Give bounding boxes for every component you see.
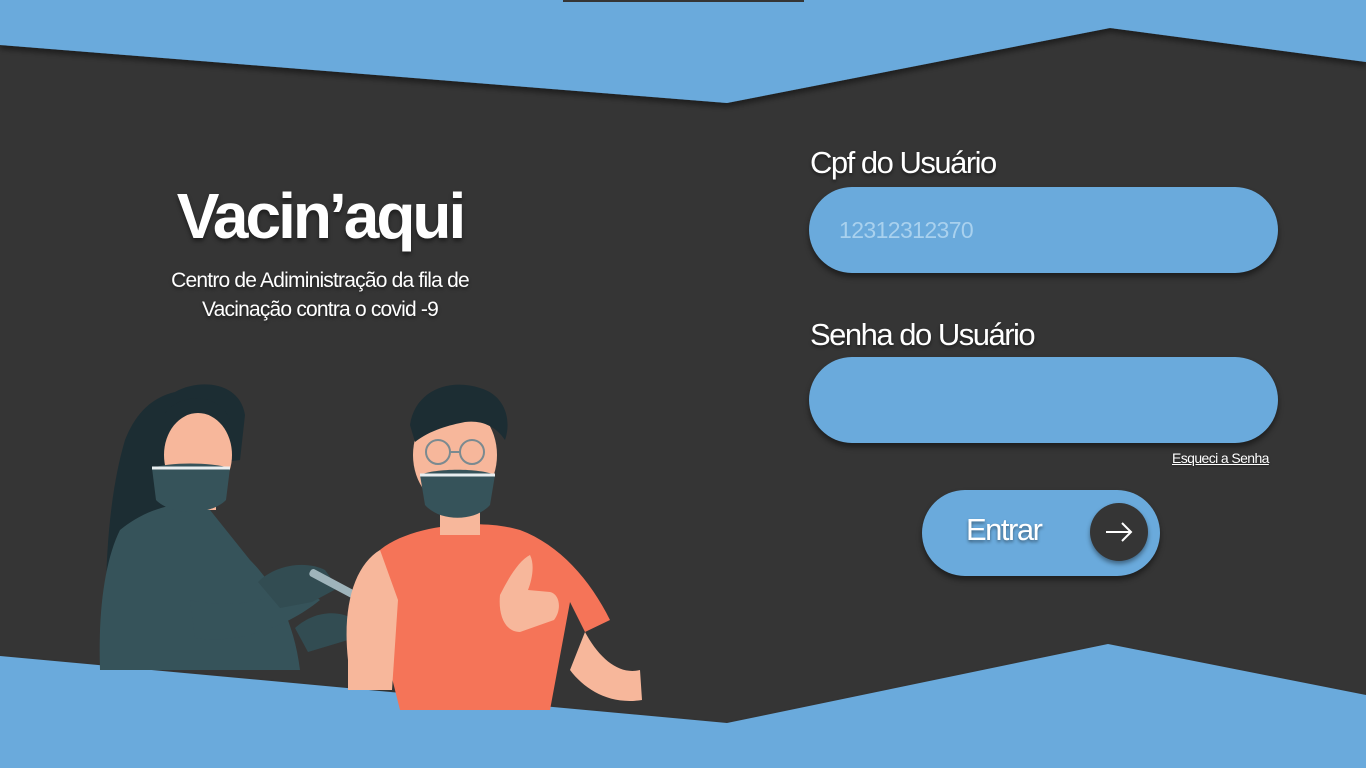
top-wave-shape bbox=[0, 0, 1366, 103]
subtitle-line-1: Centro de Adiministração da fila de bbox=[171, 269, 469, 292]
subtitle-line-2: Vacinação contra o covid -9 bbox=[202, 298, 439, 321]
forgot-password-link[interactable]: Esqueci a Senha bbox=[1172, 450, 1269, 466]
patient-shirt bbox=[377, 524, 610, 710]
cpf-label: Cpf do Usuário bbox=[810, 145, 997, 180]
app-title: Vacin’aqui bbox=[176, 180, 467, 252]
cpf-field[interactable] bbox=[809, 187, 1278, 273]
patient-mask bbox=[420, 469, 495, 518]
password-label: Senha do Usuário bbox=[810, 317, 1036, 352]
password-field[interactable] bbox=[809, 357, 1278, 443]
patient-right-arm bbox=[570, 632, 642, 701]
password-input[interactable] bbox=[837, 385, 1250, 415]
brand-block: Vacin’aqui Centro de Adiministração da f… bbox=[140, 178, 500, 324]
app-subtitle: Centro de Adiministração da fila de Vaci… bbox=[140, 266, 500, 324]
nurse-mask bbox=[152, 463, 230, 512]
nurse-glove-2 bbox=[295, 613, 355, 652]
enter-button[interactable]: Entrar bbox=[922, 490, 1160, 576]
top-notch bbox=[563, 0, 804, 2]
vaccination-illustration bbox=[99, 384, 642, 710]
enter-button-label: Entrar bbox=[966, 512, 1043, 547]
cpf-input[interactable] bbox=[837, 215, 1250, 245]
arrow-right-icon bbox=[1090, 503, 1148, 561]
